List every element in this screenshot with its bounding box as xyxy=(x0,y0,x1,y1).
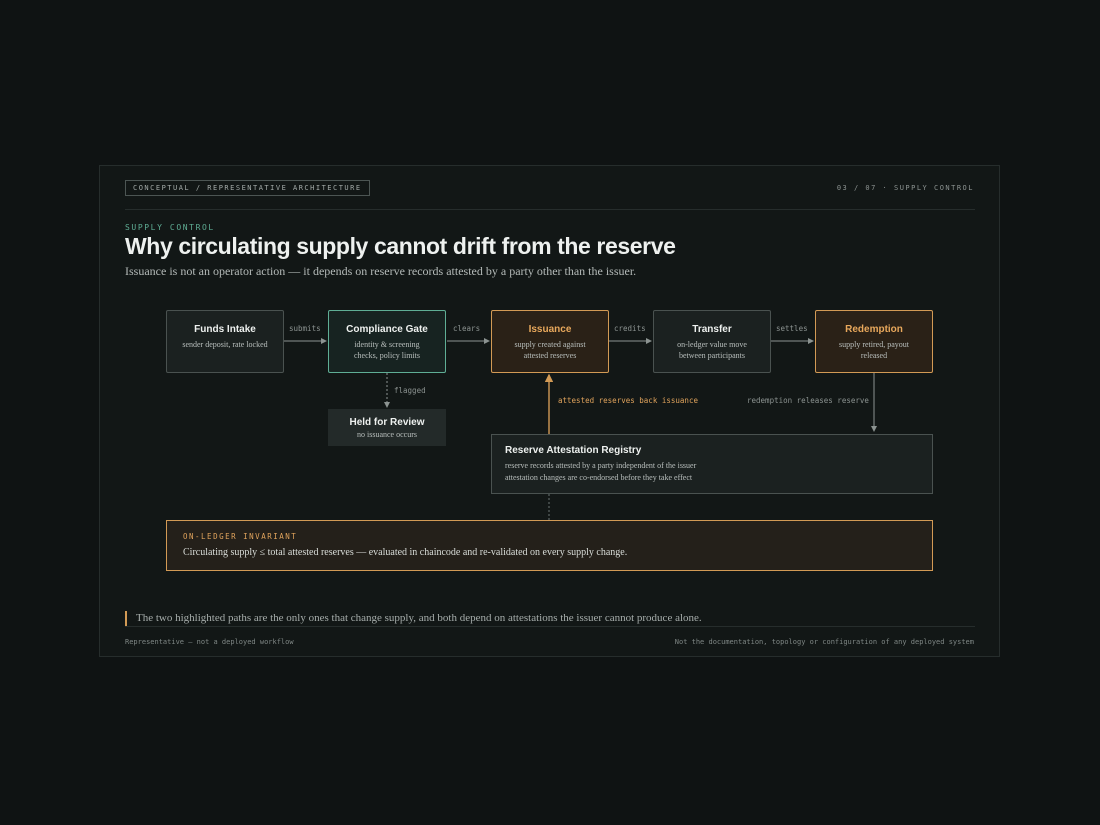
node-funds-intake: Funds Intake sender deposit, rate locked xyxy=(166,310,284,373)
edge-label-clears: clears xyxy=(453,324,481,333)
callout-note: The two highlighted paths are the only o… xyxy=(125,611,702,626)
edge-label-submits: submits xyxy=(289,324,321,333)
node-desc: no issuance occurs xyxy=(357,430,417,439)
node-issuance: Issuance supply created against attested… xyxy=(491,310,609,373)
node-desc: supply retired, payout released xyxy=(839,340,909,360)
invariant-text: Circulating supply ≤ total attested rese… xyxy=(183,547,628,558)
node-title: Held for Review xyxy=(349,417,425,428)
edge-label-credits: credits xyxy=(614,324,646,333)
invariant-label: ON-LEDGER INVARIANT xyxy=(183,532,298,541)
edge-label-attested: attested reserves back issuance xyxy=(558,396,698,405)
registry-line: attestation changes are co-endorsed befo… xyxy=(505,473,693,482)
edge-label-releases: redemption releases reserve xyxy=(747,396,869,405)
footer-right: Not the documentation, topology or confi… xyxy=(674,638,974,646)
diagram-edges xyxy=(284,338,877,520)
node-title: Issuance xyxy=(528,324,572,335)
node-title: Funds Intake xyxy=(194,324,256,335)
invariant-panel: ON-LEDGER INVARIANT Circulating supply ≤… xyxy=(166,520,933,571)
registry-line: reserve records attested by a party inde… xyxy=(505,461,697,470)
node-compliance-gate: Compliance Gate identity & screening che… xyxy=(328,310,446,373)
node-desc: sender deposit, rate locked xyxy=(182,340,268,349)
node-transfer: Transfer on-ledger value move between pa… xyxy=(653,310,771,373)
footer-divider xyxy=(125,626,975,627)
registry-title: Reserve Attestation Registry xyxy=(505,445,642,456)
node-desc: on-ledger value move between participant… xyxy=(677,340,747,360)
node-redemption: Redemption supply retired, payout releas… xyxy=(815,310,933,373)
node-title: Redemption xyxy=(845,324,903,335)
node-desc: identity & screening checks, policy limi… xyxy=(354,340,420,360)
node-title: Compliance Gate xyxy=(346,324,428,335)
node-desc: supply created against attested reserves xyxy=(514,340,586,360)
edge-label-settles: settles xyxy=(776,324,808,333)
node-held-for-review: Held for Review no issuance occurs xyxy=(328,409,446,446)
footer-left: Representative — not a deployed workflow xyxy=(125,638,294,646)
node-reserve-attestation-registry: Reserve Attestation Registry reserve rec… xyxy=(491,434,933,494)
node-title: Transfer xyxy=(692,324,732,335)
edge-label-flagged: flagged xyxy=(394,386,426,395)
